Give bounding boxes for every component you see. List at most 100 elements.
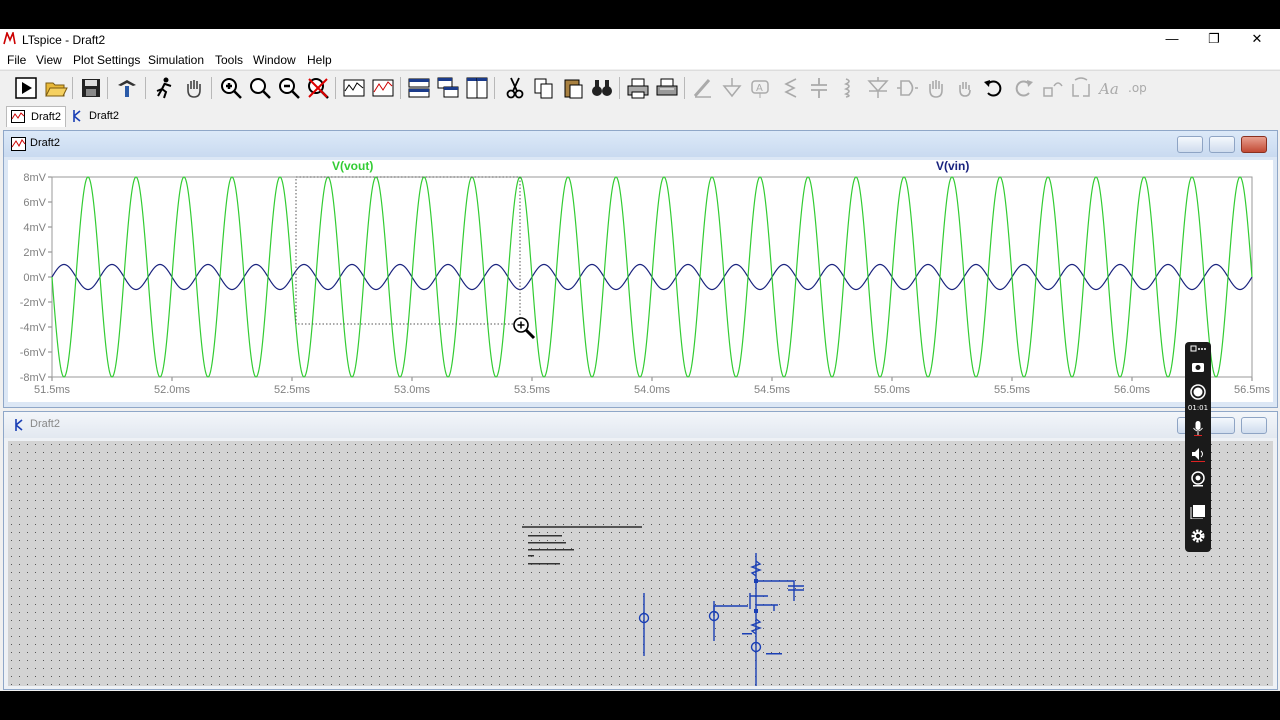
zoom-out-icon[interactable] <box>277 76 301 100</box>
open-icon[interactable] <box>44 76 68 100</box>
toolbar-separator <box>145 77 146 99</box>
x-tick-label: 53.5ms <box>514 384 551 396</box>
gear-icon[interactable] <box>1190 528 1206 544</box>
microphone-icon[interactable] <box>1190 420 1206 436</box>
menu-file[interactable]: File <box>7 53 26 67</box>
waveform-plot-area[interactable]: 8mV 6mV 4mV 2mV 0mV -2mV -4mV -6mV -8mV 51.5ms 52… <box>8 159 1273 402</box>
label-icon[interactable]: A <box>749 76 773 100</box>
capacitor-icon[interactable] <box>807 76 831 100</box>
menu-simulation[interactable]: Simulation <box>148 53 204 67</box>
print-setup-icon[interactable] <box>655 76 679 100</box>
trace-label-vin[interactable]: V(vin) <box>936 159 969 173</box>
waveform-chart[interactable]: 8mV 6mV 4mV 2mV 0mV -2mV -4mV -6mV -8mV 51.5ms 52… <box>8 159 1273 402</box>
cut-icon[interactable] <box>503 76 527 100</box>
toolbar-separator <box>684 77 685 99</box>
zoom-box-icon[interactable] <box>248 76 272 100</box>
schematic-window: Draft2 <box>3 411 1278 690</box>
y-tick-label: -8mV <box>20 372 47 384</box>
webcam-icon[interactable] <box>1190 471 1206 487</box>
schematic-window-title: Draft2 <box>30 418 60 430</box>
pan-icon[interactable] <box>182 76 206 100</box>
wire-icon[interactable] <box>691 76 715 100</box>
tab-label: Draft2 <box>31 111 61 123</box>
x-axis-ticks: 51.5ms 52.0ms 52.5ms 53.0ms 53.5ms 54.0ms 54.5… <box>34 377 1271 396</box>
trace-label-vout[interactable]: V(vout) <box>332 159 373 173</box>
record-icon[interactable] <box>1190 384 1206 400</box>
menu-tools[interactable]: Tools <box>215 53 243 67</box>
y-tick-label: 2mV <box>23 247 46 259</box>
cascade-icon[interactable] <box>436 76 460 100</box>
tab-schematic-draft2[interactable]: Draft2 <box>68 106 128 126</box>
screen-region-icon[interactable] <box>1190 503 1206 519</box>
waveform-window: Draft2 8mV 6mV 4mV 2mV 0mV -2mV -4mV -6mV -8mV 5… <box>3 130 1278 408</box>
x-tick-label: 56.0ms <box>1114 384 1151 396</box>
toolbar-separator <box>400 77 401 99</box>
redo-icon[interactable] <box>1011 76 1035 100</box>
menu-view[interactable]: View <box>36 53 62 67</box>
print-icon[interactable] <box>626 76 650 100</box>
zoom-in-icon[interactable] <box>219 76 243 100</box>
menu-help[interactable]: Help <box>307 53 332 67</box>
waveform-restore-button[interactable] <box>1209 136 1235 153</box>
y-tick-label: 0mV <box>23 272 46 284</box>
y-axis-ticks: 8mV 6mV 4mV 2mV 0mV -2mV -4mV -6mV -8mV <box>20 172 52 384</box>
svg-text:.op: .op <box>1128 81 1147 95</box>
tab-waveform-draft2[interactable]: Draft2 <box>6 106 66 127</box>
tile-vertical-icon[interactable] <box>465 76 489 100</box>
spice-directive-icon[interactable]: .op <box>1127 76 1151 100</box>
rotate-icon[interactable] <box>1040 76 1064 100</box>
y-tick-label: 8mV <box>23 172 46 184</box>
copy-icon[interactable] <box>532 76 556 100</box>
save-icon[interactable] <box>79 76 103 100</box>
move-icon[interactable] <box>924 76 948 100</box>
menu-window[interactable]: Window <box>253 53 296 67</box>
undo-icon[interactable] <box>982 76 1006 100</box>
x-tick-label: 52.5ms <box>274 384 311 396</box>
drag-icon[interactable] <box>953 76 977 100</box>
restore-button[interactable]: ❐ <box>1192 29 1236 50</box>
mirror-icon[interactable] <box>1069 76 1093 100</box>
text-icon[interactable]: Aa <box>1098 76 1122 100</box>
ground-icon[interactable] <box>720 76 744 100</box>
schematic-drawing[interactable] <box>8 441 1273 686</box>
toolbar-separator <box>211 77 212 99</box>
x-tick-label: 54.0ms <box>634 384 671 396</box>
plot-settings-icon[interactable] <box>342 76 366 100</box>
schematic-close-button[interactable] <box>1241 417 1267 434</box>
zoom-cancel-icon[interactable] <box>306 76 330 100</box>
x-tick-label: 56.5ms <box>1234 384 1271 396</box>
x-tick-label: 52.0ms <box>154 384 191 396</box>
schematic-restore-button[interactable] <box>1209 417 1235 434</box>
autorange-icon[interactable] <box>152 76 176 100</box>
minimize-button[interactable]: — <box>1150 29 1194 50</box>
camera-icon[interactable] <box>1190 359 1206 375</box>
svg-text:Aa: Aa <box>1098 80 1119 98</box>
resistor-icon[interactable] <box>778 76 802 100</box>
series-line-vout[interactable] <box>51 176 1253 378</box>
find-icon[interactable] <box>590 76 614 100</box>
y-tick-label: -4mV <box>20 322 47 334</box>
speaker-icon[interactable] <box>1190 446 1206 462</box>
y-tick-label: -6mV <box>20 347 47 359</box>
paste-icon[interactable] <box>561 76 585 100</box>
schematic-canvas[interactable] <box>8 441 1273 686</box>
schematic-window-titlebar[interactable]: Draft2 <box>4 412 1277 438</box>
control-panel-icon[interactable] <box>115 76 139 100</box>
tile-horizontal-icon[interactable] <box>407 76 431 100</box>
close-button[interactable]: ✕ <box>1235 29 1279 50</box>
document-tab-bar: Draft2 Draft2 <box>0 105 1280 127</box>
run-icon[interactable] <box>14 76 38 100</box>
waveform-close-button[interactable] <box>1241 136 1267 153</box>
waveform-window-titlebar[interactable]: Draft2 <box>4 131 1277 157</box>
waveform-icon <box>11 137 26 151</box>
ltspice-logo-icon <box>3 32 16 45</box>
diode-icon[interactable] <box>866 76 890 100</box>
menu-plot-settings[interactable]: Plot Settings <box>73 53 140 67</box>
zoom-cursor-icon <box>513 317 536 340</box>
waveform-icon[interactable] <box>371 76 395 100</box>
waveform-icon <box>11 110 25 123</box>
inductor-icon[interactable] <box>836 76 860 100</box>
component-icon[interactable] <box>895 76 919 100</box>
recorder-menu-icon[interactable] <box>1190 345 1206 353</box>
waveform-minimize-button[interactable] <box>1177 136 1203 153</box>
